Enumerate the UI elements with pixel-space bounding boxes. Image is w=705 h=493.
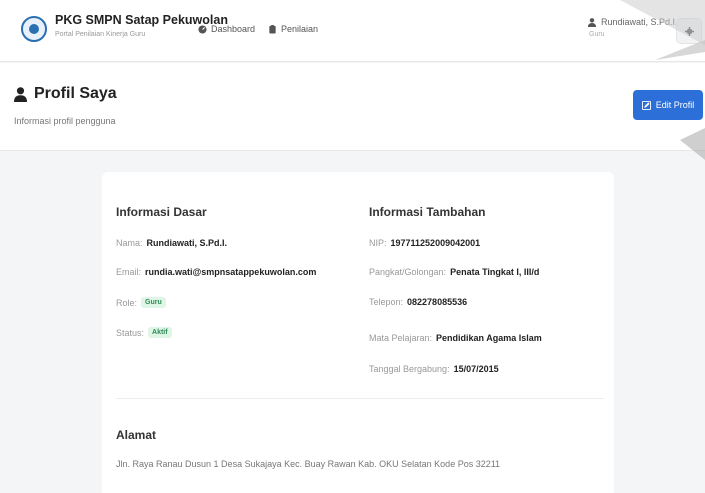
page-title-text: Profil Saya bbox=[34, 85, 117, 102]
field-email-value: rundia.wati@smpnsatappekuwolan.com bbox=[145, 267, 317, 277]
section-divider bbox=[116, 398, 604, 399]
field-name: Nama: Rundiawati, S.Pd.I. bbox=[116, 238, 227, 248]
user-icon bbox=[14, 86, 27, 102]
field-status-label: Status: bbox=[116, 327, 145, 338]
field-join-label: Tanggal Bergabung: bbox=[369, 364, 450, 374]
field-name-value: Rundiawati, S.Pd.I. bbox=[146, 238, 228, 248]
dashboard-icon bbox=[198, 24, 207, 34]
field-nip: NIP: 197711252009042001 bbox=[369, 238, 480, 248]
edit-icon bbox=[641, 100, 651, 110]
field-rank: Pangkat/Golongan: Penata Tingkat I, III/… bbox=[369, 267, 539, 277]
clipboard-icon bbox=[269, 24, 276, 34]
field-phone-label: Telepon: bbox=[369, 297, 404, 307]
field-subject: Mata Pelajaran: Pendidikan Agama Islam bbox=[369, 333, 542, 343]
nav-dashboard[interactable]: Dashboard bbox=[198, 24, 255, 34]
field-nip-label: NIP: bbox=[369, 238, 387, 248]
role-badge: Guru bbox=[141, 297, 166, 308]
extra-info-title: Informasi Tambahan bbox=[369, 205, 486, 219]
address-title: Alamat bbox=[116, 428, 157, 442]
top-navbar: PKG SMPN Satap Pekuwolan Portal Penilaia… bbox=[0, 0, 705, 62]
status-badge: Aktif bbox=[148, 327, 172, 338]
app-subtitle: Portal Penilaian Kinerja Guru bbox=[55, 31, 146, 38]
field-status: Status: Aktif bbox=[116, 327, 172, 338]
field-phone-value: 082278085536 bbox=[407, 297, 468, 307]
user-icon bbox=[588, 18, 596, 27]
user-name[interactable]: Rundiawati, S.Pd.I. bbox=[601, 17, 678, 27]
field-nip-value: 197711252009042001 bbox=[390, 238, 481, 248]
address-text: Jln. Raya Ranau Dusun 1 Desa Sukajaya Ke… bbox=[116, 459, 501, 469]
nav-dashboard-label: Dashboard bbox=[211, 24, 256, 34]
field-rank-value: Penata Tingkat I, III/d bbox=[450, 267, 540, 277]
field-join-value: 15/07/2015 bbox=[453, 364, 499, 374]
field-rank-label: Pangkat/Golongan: bbox=[369, 267, 447, 277]
field-subject-value: Pendidikan Agama Islam bbox=[436, 333, 542, 343]
field-join-date: Tanggal Bergabung: 15/07/2015 bbox=[369, 364, 499, 374]
user-role: Guru bbox=[589, 31, 605, 38]
field-email: Email: rundia.wati@smpnsatappekuwolan.co… bbox=[116, 267, 316, 277]
page-subtitle: Informasi profil pengguna bbox=[14, 116, 116, 126]
field-name-label: Nama: bbox=[116, 238, 143, 248]
gear-icon bbox=[684, 26, 694, 36]
settings-button[interactable] bbox=[676, 18, 702, 44]
nav-penilaian[interactable]: Penilaian bbox=[268, 24, 318, 34]
basic-info-title: Informasi Dasar bbox=[116, 205, 207, 219]
field-email-label: Email: bbox=[116, 267, 142, 277]
field-role: Role: Guru bbox=[116, 297, 166, 308]
field-subject-label: Mata Pelajaran: bbox=[369, 333, 433, 343]
profile-card: Informasi Dasar Nama: Rundiawati, S.Pd.I… bbox=[102, 172, 614, 493]
nav-penilaian-label: Penilaian bbox=[281, 24, 319, 34]
edit-profile-button[interactable]: Edit Profil bbox=[633, 90, 703, 120]
page-header: Profil Saya Informasi profil pengguna Ed… bbox=[0, 63, 705, 151]
edit-profile-label: Edit Profil bbox=[655, 100, 695, 110]
school-logo-icon[interactable] bbox=[21, 16, 47, 42]
page-title: Profil Saya bbox=[14, 85, 117, 103]
field-role-label: Role: bbox=[116, 297, 138, 308]
field-phone: Telepon: 082278085536 bbox=[369, 297, 467, 307]
